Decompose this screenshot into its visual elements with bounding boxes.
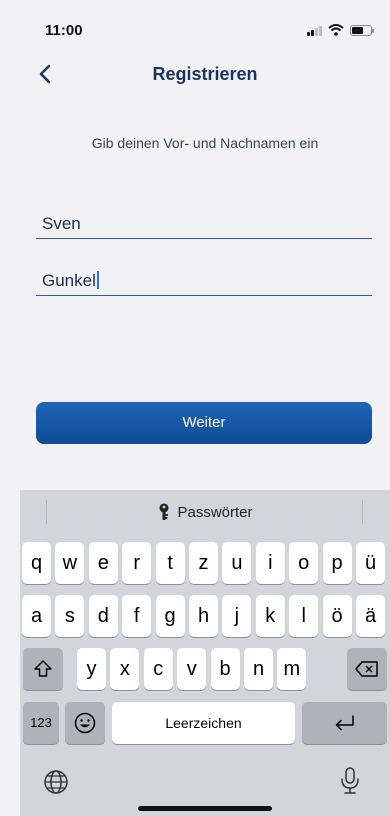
shift-key[interactable] [23, 648, 63, 690]
first-name-value: Sven [42, 214, 81, 233]
battery-icon [350, 24, 374, 36]
suggestion-label: Passwörter [177, 503, 253, 521]
suggestion-divider [46, 500, 47, 524]
cellular-signal-icon [307, 25, 322, 36]
space-key[interactable]: Leerzeichen [112, 702, 295, 744]
key-c[interactable]: c [143, 648, 173, 690]
page-title: Registrieren [152, 64, 258, 84]
registration-screen: 11:00 Registrieren Gib deinen Vor- und N… [20, 0, 390, 816]
emoji-icon [74, 712, 96, 734]
key-icon [159, 503, 169, 520]
wifi-icon [328, 24, 344, 36]
key-e[interactable]: e [88, 542, 118, 584]
emoji-key[interactable] [65, 702, 105, 744]
key-r[interactable]: r [122, 542, 152, 584]
key-q[interactable]: q [22, 542, 51, 584]
key-p[interactable]: p [322, 542, 352, 584]
key-i[interactable]: i [255, 542, 285, 584]
key-n[interactable]: n [244, 648, 273, 690]
last-name-value: Gunkel [42, 271, 96, 290]
last-name-value-wrap: Gunkel [42, 271, 99, 291]
first-name-field[interactable]: Sven [36, 208, 372, 239]
system-keyboard: Passwörter qwertzuiopü asdfghjklöä yxcvb… [20, 490, 390, 816]
home-indicator [138, 806, 272, 811]
microphone-icon[interactable] [340, 766, 360, 796]
return-arrow-icon [335, 715, 354, 731]
key-y[interactable]: y [77, 648, 106, 690]
key-m[interactable]: m [277, 648, 307, 690]
instruction-text: Gib deinen Vor- und Nachnamen ein [91, 135, 319, 151]
text-cursor [96, 271, 99, 289]
key-f[interactable]: f [122, 595, 152, 637]
key-u[interactable]: u [222, 542, 252, 584]
key-k[interactable]: k [255, 595, 285, 637]
key-a[interactable]: a [22, 595, 51, 637]
key-l[interactable]: l [289, 595, 319, 637]
return-key[interactable] [302, 702, 387, 744]
delete-icon [355, 661, 378, 677]
globe-icon[interactable] [42, 768, 70, 796]
key-d[interactable]: d [88, 595, 118, 637]
key-o[interactable]: o [289, 542, 319, 584]
numbers-key[interactable]: 123 [23, 702, 59, 744]
key-t[interactable]: t [155, 542, 185, 584]
key-v[interactable]: v [177, 648, 207, 690]
key-x[interactable]: x [110, 648, 140, 690]
backspace-key[interactable] [347, 648, 387, 690]
key-ü[interactable]: ü [356, 542, 385, 584]
key-ä[interactable]: ä [356, 595, 385, 637]
continue-button[interactable]: Weiter [36, 402, 372, 444]
key-z[interactable]: z [189, 542, 218, 584]
status-icons [307, 24, 374, 36]
shift-arrow-icon [34, 660, 52, 677]
suggestion-divider [362, 500, 363, 524]
key-j[interactable]: j [222, 595, 252, 637]
key-h[interactable]: h [189, 595, 218, 637]
key-ö[interactable]: ö [322, 595, 352, 637]
key-s[interactable]: s [55, 595, 85, 637]
key-g[interactable]: g [155, 595, 185, 637]
status-time: 11:00 [45, 22, 83, 39]
last-name-field[interactable]: Gunkel [36, 265, 372, 296]
key-b[interactable]: b [210, 648, 240, 690]
password-suggestion-bar[interactable]: Passwörter [20, 490, 390, 534]
key-w[interactable]: w [55, 542, 85, 584]
